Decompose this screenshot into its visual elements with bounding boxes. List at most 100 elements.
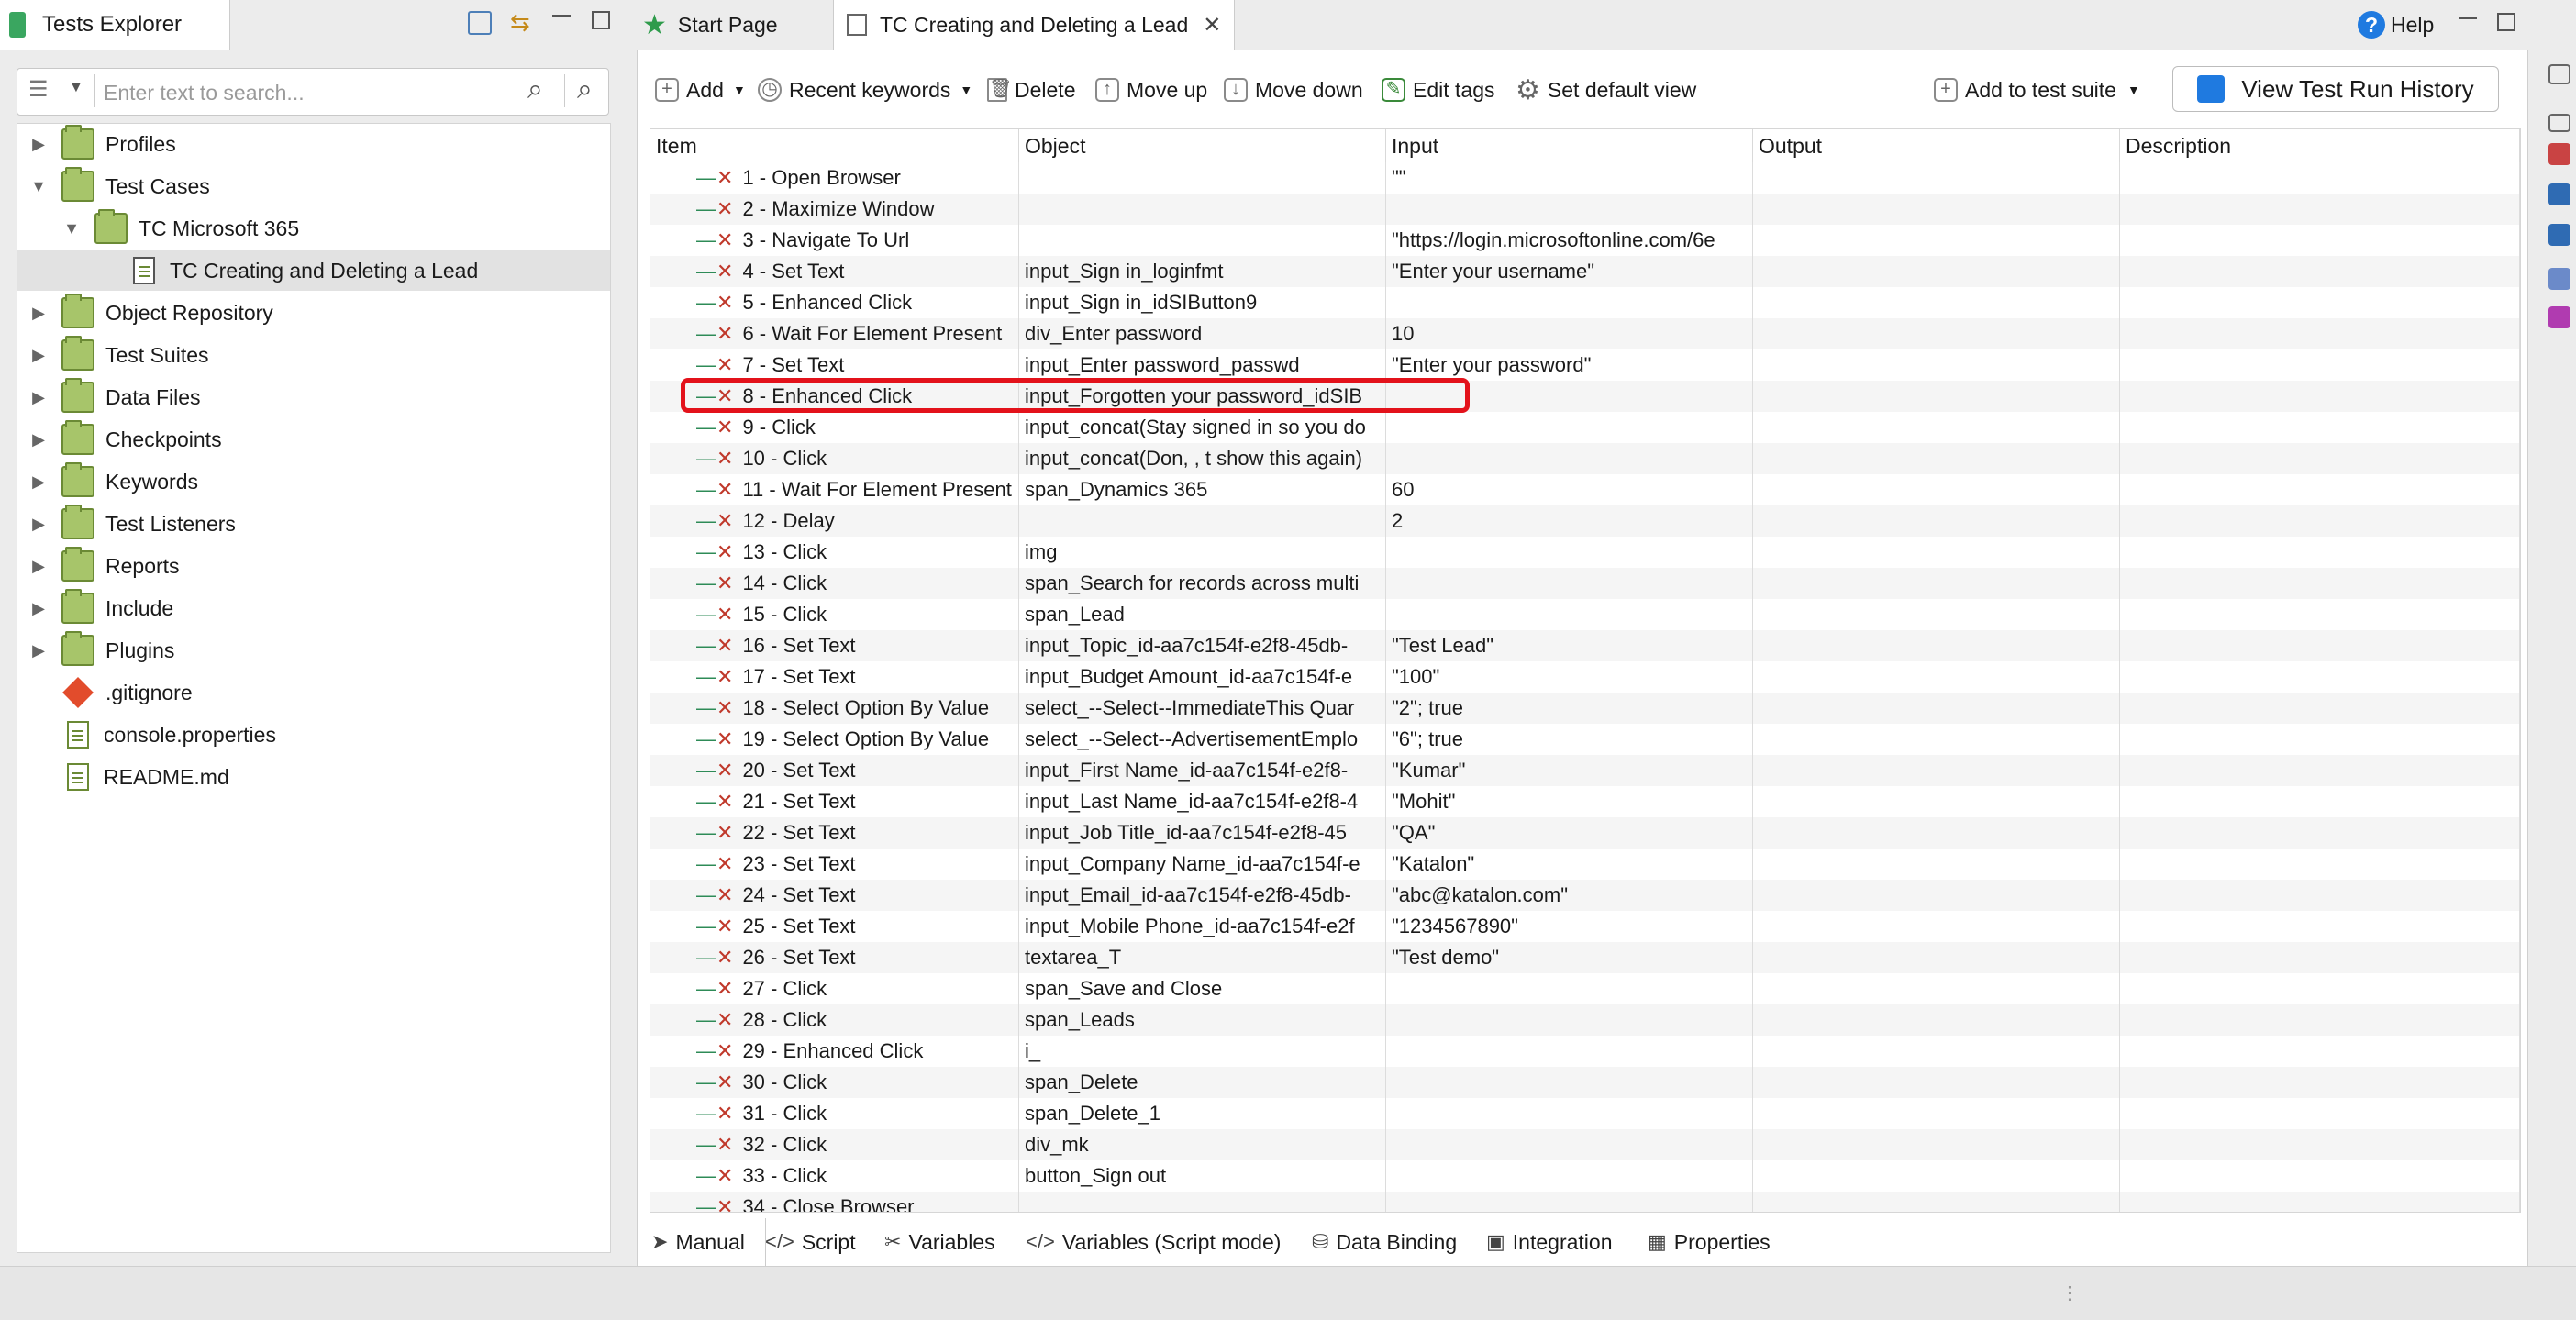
cell-item[interactable]: —✕ 10 - Click: [650, 443, 1019, 474]
column-header-description[interactable]: Description: [2120, 129, 2520, 162]
cell-object[interactable]: [1019, 225, 1386, 256]
tree-item[interactable]: ▶ Profiles: [17, 124, 610, 164]
cell-description[interactable]: [2120, 973, 2520, 1004]
cell-object[interactable]: span_Save and Close: [1019, 973, 1386, 1004]
cell-output[interactable]: [1753, 1004, 2120, 1036]
cell-description[interactable]: [2120, 661, 2520, 693]
cell-item[interactable]: —✕ 4 - Set Text: [650, 256, 1019, 287]
cell-item[interactable]: —✕ 5 - Enhanced Click: [650, 287, 1019, 318]
cell-input[interactable]: [1386, 381, 1753, 412]
cell-output[interactable]: [1753, 755, 2120, 786]
tree-item[interactable]: ▶ Plugins: [17, 630, 610, 671]
cell-object[interactable]: input_Email_id-aa7c154f-e2f8-45db-: [1019, 880, 1386, 911]
tree-item[interactable]: .gitignore: [17, 672, 610, 713]
cell-output[interactable]: [1753, 194, 2120, 225]
cell-description[interactable]: [2120, 849, 2520, 880]
tree-item[interactable]: ▶ Keywords: [17, 461, 610, 502]
cell-input[interactable]: [1386, 973, 1753, 1004]
column-header-object[interactable]: Object: [1019, 129, 1386, 162]
cell-description[interactable]: [2120, 599, 2520, 630]
cell-description[interactable]: [2120, 693, 2520, 724]
cell-object[interactable]: input_Job Title_id-aa7c154f-e2f8-45: [1019, 817, 1386, 849]
chevron-down-icon[interactable]: ▼: [28, 176, 49, 196]
add-to-test-suite-button[interactable]: + Add to test suite ▼: [1934, 64, 2140, 116]
cell-object[interactable]: input_Last Name_id-aa7c154f-e2f8-4: [1019, 786, 1386, 817]
chevron-right-icon[interactable]: ▶: [28, 429, 49, 449]
tree-item[interactable]: ▶ Data Files: [17, 377, 610, 417]
cell-object[interactable]: img: [1019, 537, 1386, 568]
cell-item[interactable]: —✕ 34 - Close Browser: [650, 1192, 1019, 1212]
cell-object[interactable]: input_Topic_id-aa7c154f-e2f8-45db-: [1019, 630, 1386, 661]
cell-description[interactable]: [2120, 1129, 2520, 1160]
cell-input[interactable]: 2: [1386, 505, 1753, 537]
move-up-button[interactable]: ↑ Move up: [1095, 64, 1207, 116]
cell-input[interactable]: "Test demo": [1386, 942, 1753, 973]
cell-description[interactable]: [2120, 568, 2520, 599]
cell-object[interactable]: input_First Name_id-aa7c154f-e2f8-: [1019, 755, 1386, 786]
cell-description[interactable]: [2120, 256, 2520, 287]
log-icon[interactable]: [2548, 268, 2570, 290]
tab-test-case[interactable]: TC Creating and Deleting a Lead ✕: [833, 0, 1235, 50]
cell-input[interactable]: 10: [1386, 318, 1753, 349]
cell-input[interactable]: [1386, 537, 1753, 568]
cell-description[interactable]: [2120, 537, 2520, 568]
cell-item[interactable]: —✕ 12 - Delay: [650, 505, 1019, 537]
cell-output[interactable]: [1753, 693, 2120, 724]
table-row[interactable]: —✕ 32 - Click div_mk: [650, 1129, 2520, 1160]
tree-item[interactable]: ▶ Include: [17, 588, 610, 628]
cell-item[interactable]: —✕ 19 - Select Option By Value: [650, 724, 1019, 755]
tree-item[interactable]: ▼ TC Microsoft 365: [17, 208, 610, 249]
tree-item[interactable]: README.md: [17, 757, 610, 797]
cell-output[interactable]: [1753, 474, 2120, 505]
cell-description[interactable]: [2120, 412, 2520, 443]
view-test-run-history-button[interactable]: View Test Run History: [2172, 66, 2499, 112]
tab-properties[interactable]: ▦ Properties: [1648, 1218, 1794, 1266]
cell-input[interactable]: [1386, 1004, 1753, 1036]
cell-object[interactable]: input_Budget Amount_id-aa7c154f-e: [1019, 661, 1386, 693]
move-down-button[interactable]: ↓ Move down: [1224, 64, 1363, 116]
cell-output[interactable]: [1753, 1098, 2120, 1129]
cell-item[interactable]: —✕ 14 - Click: [650, 568, 1019, 599]
table-row[interactable]: —✕ 31 - Click span_Delete_1: [650, 1098, 2520, 1129]
filter-dropdown-icon[interactable]: ▼: [69, 80, 83, 96]
cell-item[interactable]: —✕ 28 - Click: [650, 1004, 1019, 1036]
cell-input[interactable]: "https://login.microsoftonline.com/6e: [1386, 225, 1753, 256]
tests-explorer-tab[interactable]: Tests Explorer: [0, 0, 230, 50]
editor-maximize-icon[interactable]: [2497, 13, 2515, 31]
cell-description[interactable]: [2120, 911, 2520, 942]
table-row[interactable]: —✕ 8 - Enhanced Click input_Forgotten your…: [650, 381, 2520, 412]
console-icon[interactable]: [2548, 224, 2570, 246]
table-row[interactable]: —✕ 29 - Enhanced Click i_: [650, 1036, 2520, 1067]
cell-object[interactable]: span_Dynamics 365: [1019, 474, 1386, 505]
chevron-down-icon[interactable]: ▼: [61, 218, 82, 238]
cell-output[interactable]: [1753, 1160, 2120, 1192]
column-header-input[interactable]: Input: [1386, 129, 1753, 162]
cell-item[interactable]: —✕ 16 - Set Text: [650, 630, 1019, 661]
cell-output[interactable]: [1753, 630, 2120, 661]
table-row[interactable]: —✕ 23 - Set Text input_Company Name_id-aa7…: [650, 849, 2520, 880]
tree-item[interactable]: ▶ Test Listeners: [17, 504, 610, 544]
tab-script[interactable]: </> Script: [765, 1218, 884, 1266]
cell-output[interactable]: [1753, 443, 2120, 474]
column-header-output[interactable]: Output: [1753, 129, 2120, 162]
chevron-down-icon[interactable]: ▼: [960, 83, 972, 97]
cell-output[interactable]: [1753, 225, 2120, 256]
cell-input[interactable]: 60: [1386, 474, 1753, 505]
cell-description[interactable]: [2120, 1160, 2520, 1192]
table-row[interactable]: —✕ 28 - Click span_Leads: [650, 1004, 2520, 1036]
cell-output[interactable]: [1753, 349, 2120, 381]
cell-input[interactable]: [1386, 1067, 1753, 1098]
plugin-icon[interactable]: [2548, 306, 2570, 328]
cell-object[interactable]: [1019, 194, 1386, 225]
cell-item[interactable]: —✕ 25 - Set Text: [650, 911, 1019, 942]
link-with-editor-icon[interactable]: ⇆: [510, 9, 536, 35]
cell-description[interactable]: [2120, 755, 2520, 786]
table-row[interactable]: —✕ 4 - Set Text input_Sign in_loginfmt "Ent…: [650, 256, 2520, 287]
cell-output[interactable]: [1753, 412, 2120, 443]
table-row[interactable]: —✕ 1 - Open Browser "": [650, 162, 2520, 194]
cell-output[interactable]: [1753, 973, 2120, 1004]
cell-item[interactable]: —✕ 9 - Click: [650, 412, 1019, 443]
cell-object[interactable]: input_Sign in_loginfmt: [1019, 256, 1386, 287]
cell-input[interactable]: "2"; true: [1386, 693, 1753, 724]
cell-output[interactable]: [1753, 599, 2120, 630]
